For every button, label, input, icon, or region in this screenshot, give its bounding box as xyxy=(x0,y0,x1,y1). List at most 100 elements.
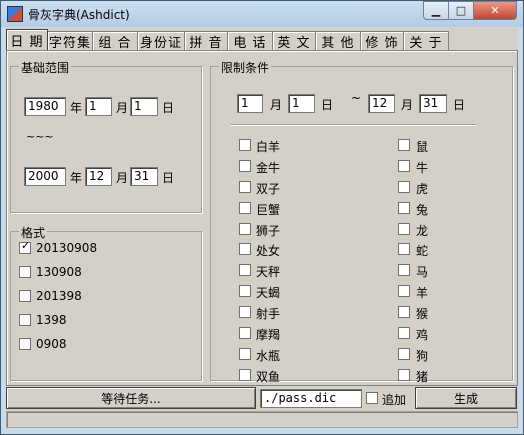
chinese-zodiac-goat-label: 羊 xyxy=(416,286,429,300)
end-year-input[interactable]: 2000 xyxy=(24,167,66,186)
zodiac-scorpio-label: 天蝎 xyxy=(256,286,281,300)
tab-strip: 日 期 字符集 组 合 身份证 拼 音 电 话 英 文 其 他 修 饰 关 于 xyxy=(6,29,449,51)
close-button[interactable]: ✕ xyxy=(474,1,517,20)
end-day-input[interactable]: 31 xyxy=(130,167,158,186)
zodiac-pisces-checkbox[interactable] xyxy=(239,369,251,381)
tab-decorate[interactable]: 修 饰 xyxy=(360,31,404,51)
output-path-input[interactable]: ./pass.dic xyxy=(260,389,362,408)
zodiac-cancer-label: 巨蟹 xyxy=(256,203,281,217)
window-title: 骨灰字典(Ashdict) xyxy=(28,8,130,22)
chinese-zodiac-rat-checkbox[interactable] xyxy=(398,139,410,151)
zodiac-libra-checkbox[interactable] xyxy=(239,264,251,276)
limit-from-day-unit: 日 xyxy=(321,98,334,112)
range-separator: ~~~ xyxy=(26,130,54,143)
append-checkbox[interactable] xyxy=(366,392,378,404)
minimize-icon: ▁ xyxy=(431,4,441,17)
zodiac-virgo-checkbox[interactable] xyxy=(239,243,251,255)
limit-to-month-input[interactable]: 12 xyxy=(368,94,395,113)
start-month-input[interactable]: 1 xyxy=(85,97,112,116)
format-checkbox-4[interactable] xyxy=(19,314,31,326)
checkmark-icon: ✓ xyxy=(21,239,31,252)
chinese-zodiac-dragon-label: 龙 xyxy=(416,224,429,238)
chinese-zodiac-snake-checkbox[interactable] xyxy=(398,243,410,255)
zodiac-gemini-label: 双子 xyxy=(256,182,281,196)
zodiac-leo-label: 狮子 xyxy=(256,224,281,238)
title-bar[interactable]: 骨灰字典(Ashdict) ▁ □ ✕ xyxy=(1,1,523,27)
chinese-zodiac-monkey-checkbox[interactable] xyxy=(398,306,410,318)
format-checkbox-5[interactable] xyxy=(19,338,31,350)
chinese-zodiac-horse-label: 马 xyxy=(416,265,429,279)
chinese-zodiac-monkey-label: 猴 xyxy=(416,307,429,321)
format-option-1: 20130908 xyxy=(36,241,98,255)
tab-charset[interactable]: 字符集 xyxy=(47,31,93,51)
zodiac-cancer-checkbox[interactable] xyxy=(239,202,251,214)
chinese-zodiac-dragon-checkbox[interactable] xyxy=(398,223,410,235)
format-option-2: 130908 xyxy=(36,265,82,279)
end-month-input[interactable]: 12 xyxy=(85,167,112,186)
chinese-zodiac-tiger-label: 虎 xyxy=(416,182,429,196)
end-year-unit: 年 xyxy=(70,171,83,185)
start-year-unit: 年 xyxy=(70,101,83,115)
start-month-unit: 月 xyxy=(116,101,129,115)
chinese-zodiac-ox-label: 牛 xyxy=(416,161,429,175)
end-day-unit: 日 xyxy=(162,171,175,185)
chinese-zodiac-tiger-checkbox[interactable] xyxy=(398,181,410,193)
zodiac-taurus-checkbox[interactable] xyxy=(239,160,251,172)
status-strip xyxy=(6,411,518,428)
chinese-zodiac-pig-checkbox[interactable] xyxy=(398,369,410,381)
zodiac-aries-checkbox[interactable] xyxy=(239,139,251,151)
date-tab-panel: 基础范围 1980 年 1 月 1 日 ~~~ 2000 年 12 月 31 日… xyxy=(6,50,518,386)
chinese-zodiac-rabbit-checkbox[interactable] xyxy=(398,202,410,214)
format-checkbox-2[interactable] xyxy=(19,266,31,278)
append-label: 追加 xyxy=(382,393,407,407)
zodiac-aquarius-label: 水瓶 xyxy=(256,349,281,363)
tab-phone[interactable]: 电 话 xyxy=(227,31,273,51)
chinese-zodiac-dog-checkbox[interactable] xyxy=(398,348,410,360)
chinese-zodiac-ox-checkbox[interactable] xyxy=(398,160,410,172)
zodiac-aquarius-checkbox[interactable] xyxy=(239,348,251,360)
zodiac-sagittarius-label: 射手 xyxy=(256,307,281,321)
limit-to-day-input[interactable]: 31 xyxy=(419,94,447,113)
format-checkbox-3[interactable] xyxy=(19,290,31,302)
tab-english[interactable]: 英 文 xyxy=(272,31,316,51)
zodiac-sagittarius-checkbox[interactable] xyxy=(239,306,251,318)
generate-button[interactable]: 生成 xyxy=(415,387,517,409)
tab-date[interactable]: 日 期 xyxy=(6,29,48,50)
limit-from-month-input[interactable]: 1 xyxy=(237,94,263,113)
minimize-button[interactable]: ▁ xyxy=(423,1,449,20)
zodiac-leo-checkbox[interactable] xyxy=(239,223,251,235)
tab-other[interactable]: 其 他 xyxy=(315,31,361,51)
chinese-zodiac-snake-label: 蛇 xyxy=(416,244,429,258)
tab-id-card[interactable]: 身份证 xyxy=(137,31,185,51)
maximize-button[interactable]: □ xyxy=(449,1,474,20)
chinese-zodiac-rat-label: 鼠 xyxy=(416,140,429,154)
chinese-zodiac-goat-checkbox[interactable] xyxy=(398,285,410,297)
window-controls: ▁ □ ✕ xyxy=(423,1,517,20)
base-range-title: 基础范围 xyxy=(19,59,72,76)
start-year-input[interactable]: 1980 xyxy=(24,97,66,116)
zodiac-capricorn-label: 摩羯 xyxy=(256,328,281,342)
start-day-input[interactable]: 1 xyxy=(130,97,158,116)
tab-about[interactable]: 关 于 xyxy=(403,31,449,51)
chinese-zodiac-horse-checkbox[interactable] xyxy=(398,264,410,276)
chinese-zodiac-pig-label: 猪 xyxy=(416,370,429,384)
task-status-button[interactable]: 等待任务... xyxy=(6,387,256,409)
tab-pinyin[interactable]: 拼 音 xyxy=(184,31,228,51)
zodiac-gemini-checkbox[interactable] xyxy=(239,181,251,193)
tab-combine[interactable]: 组 合 xyxy=(92,31,138,51)
limit-from-day-input[interactable]: 1 xyxy=(288,94,315,113)
limit-to-day-unit: 日 xyxy=(453,98,466,112)
chinese-zodiac-rooster-checkbox[interactable] xyxy=(398,327,410,339)
zodiac-scorpio-checkbox[interactable] xyxy=(239,285,251,297)
app-window: 骨灰字典(Ashdict) ▁ □ ✕ 日 期 字符集 组 合 身份证 拼 音 … xyxy=(0,0,524,435)
base-range-group: 基础范围 1980 年 1 月 1 日 ~~~ 2000 年 12 月 31 日 xyxy=(10,59,202,213)
limit-from-month-unit: 月 xyxy=(270,98,283,112)
maximize-icon: □ xyxy=(455,4,467,17)
format-checkbox-1[interactable]: ✓ xyxy=(19,239,31,254)
zodiac-taurus-label: 金牛 xyxy=(256,161,281,175)
chinese-zodiac-rabbit-label: 兔 xyxy=(416,203,429,217)
chinese-zodiac-dog-label: 狗 xyxy=(416,349,429,363)
zodiac-capricorn-checkbox[interactable] xyxy=(239,327,251,339)
app-icon xyxy=(7,6,23,22)
format-option-4: 1398 xyxy=(36,313,67,327)
